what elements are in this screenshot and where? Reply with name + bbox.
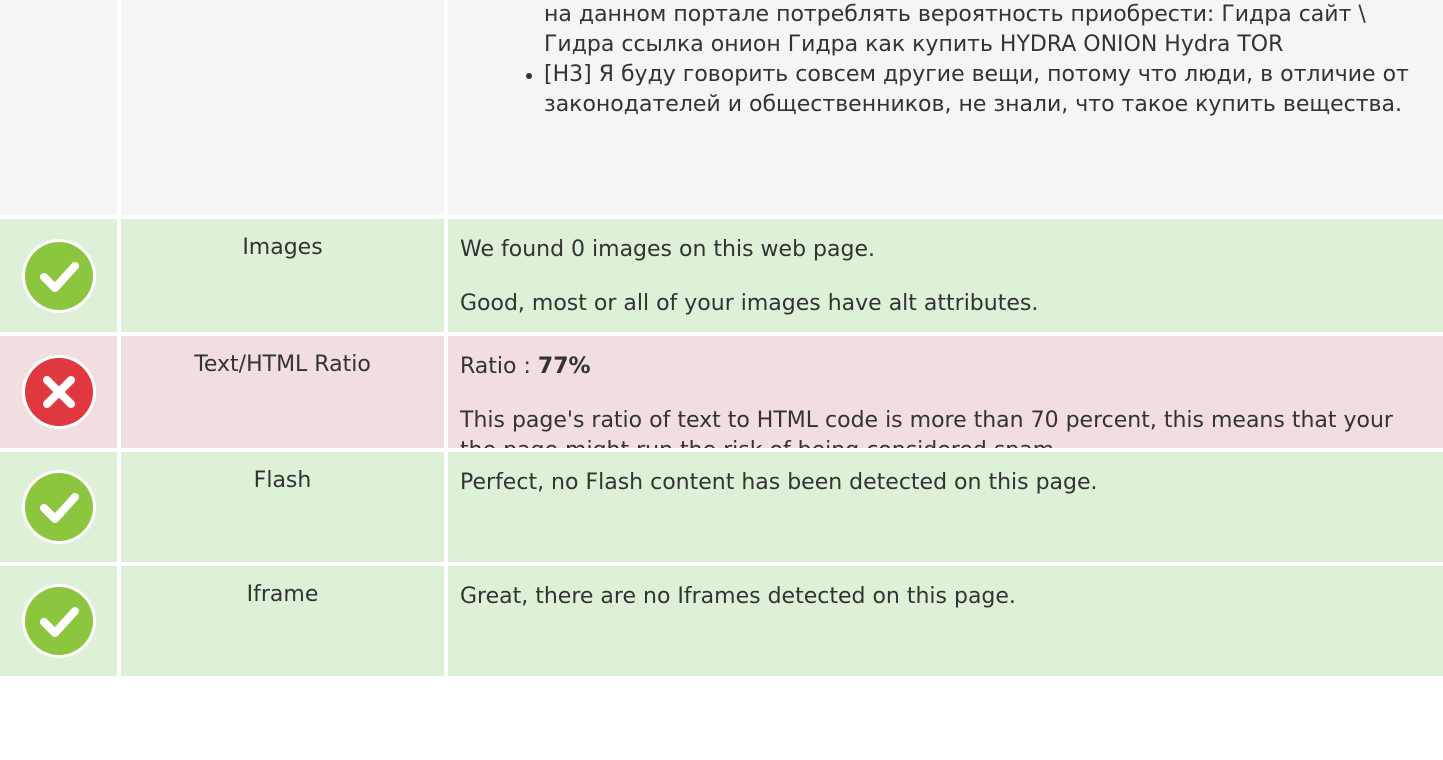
flash-status-cell xyxy=(0,452,117,562)
check-icon xyxy=(21,238,96,313)
images-label: Images xyxy=(121,219,444,332)
iframe-status-cell xyxy=(0,566,117,676)
list-item: [H3] Я буду говорить совсем другие вещи,… xyxy=(526,60,1431,120)
ratio-status-cell xyxy=(0,336,117,448)
seo-report-table: на данном портале потреблять вероятность… xyxy=(0,0,1443,676)
headings-content-cell: на данном портале потреблять вероятность… xyxy=(448,0,1443,215)
iframe-label: Iframe xyxy=(121,566,444,676)
ratio-line: Ratio : 77% xyxy=(460,352,1431,382)
headings-icon-cell xyxy=(0,0,117,215)
ratio-prefix: Ratio : xyxy=(460,354,538,379)
ratio-content: Ratio : 77% This page's ratio of text to… xyxy=(448,336,1443,448)
check-icon xyxy=(21,470,96,544)
ratio-warning-text: This page's ratio of text to HTML code i… xyxy=(460,408,1393,448)
headings-list: на данном портале потреблять вероятность… xyxy=(526,0,1431,120)
iframe-content: Great, there are no Iframes detected on … xyxy=(448,566,1443,676)
headings-label-cell xyxy=(121,0,444,215)
iframe-text: Great, there are no Iframes detected on … xyxy=(460,584,1016,609)
ratio-value: 77% xyxy=(537,354,591,379)
images-count-text: We found 0 images on this web page. xyxy=(460,237,875,262)
images-content: We found 0 images on this web page. Good… xyxy=(448,219,1443,332)
images-alt-text: Good, most or all of your images have al… xyxy=(460,291,1039,316)
flash-content: Perfect, no Flash content has been detec… xyxy=(448,452,1443,562)
check-icon xyxy=(21,584,96,658)
list-item: на данном портале потреблять вероятность… xyxy=(544,2,1366,57)
flash-label: Flash xyxy=(121,452,444,562)
flash-text: Perfect, no Flash content has been detec… xyxy=(460,470,1098,495)
images-status-cell xyxy=(0,219,117,332)
ratio-label: Text/HTML Ratio xyxy=(121,336,444,448)
cross-icon xyxy=(21,355,96,429)
